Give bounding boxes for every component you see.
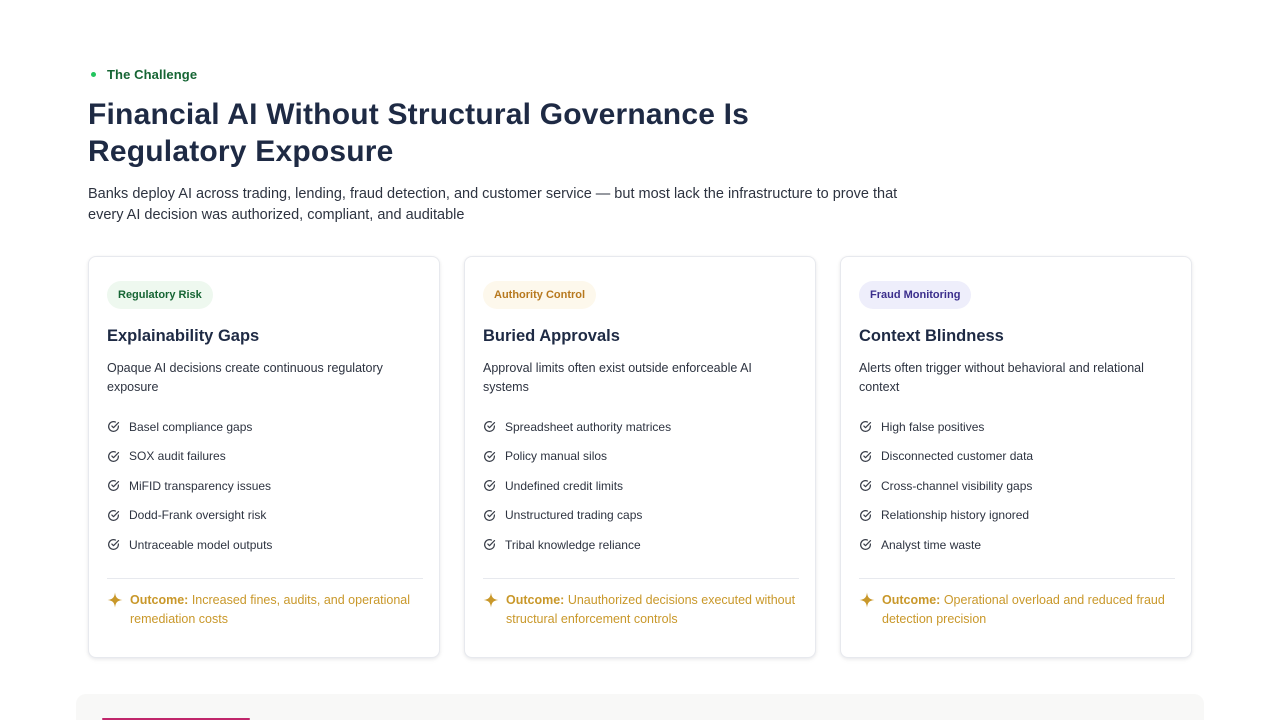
check-item-label: Disconnected customer data	[881, 449, 1034, 464]
check-circle-icon	[483, 479, 496, 492]
card-regulatory-risk: Regulatory Risk Explainability Gaps Opaq…	[88, 256, 440, 658]
eyebrow-dot-icon	[91, 72, 96, 77]
card-authority-control: Authority Control Buried Approvals Appro…	[464, 256, 816, 658]
challenge-cards: Regulatory Risk Explainability Gaps Opaq…	[88, 256, 1192, 658]
check-list-item: Tribal knowledge reliance	[483, 530, 799, 560]
check-circle-icon	[107, 509, 120, 522]
check-list-item: SOX audit failures	[107, 442, 423, 472]
card-description: Opaque AI decisions create continuous re…	[107, 361, 383, 394]
check-list-item: Disconnected customer data	[859, 442, 1175, 472]
card-outcome: Outcome: Unauthorized decisions executed…	[483, 591, 799, 628]
sparkle-icon	[859, 592, 875, 608]
check-list-item: Untraceable model outputs	[107, 530, 423, 560]
check-list: High false positives Disconnected custome…	[859, 412, 1175, 560]
check-list-item: Basel compliance gaps	[107, 412, 423, 442]
check-item-label: Dodd-Frank oversight risk	[129, 508, 267, 523]
check-circle-icon	[107, 538, 120, 551]
outcome-label: Outcome:	[506, 593, 565, 607]
check-list-item: Analyst time waste	[859, 530, 1175, 560]
card-title: Explainability Gaps	[107, 327, 260, 345]
check-item-label: Tribal knowledge reliance	[505, 537, 641, 552]
check-list-item: Policy manual silos	[483, 442, 799, 472]
check-circle-icon	[859, 450, 872, 463]
check-item-label: High false positives	[881, 419, 985, 434]
card-divider	[483, 578, 799, 579]
check-circle-icon	[859, 509, 872, 522]
check-item-label: Unstructured trading caps	[505, 508, 643, 523]
check-list-item: Unstructured trading caps	[483, 501, 799, 531]
check-item-label: Spreadsheet authority matrices	[505, 419, 672, 434]
check-item-label: Untraceable model outputs	[129, 537, 273, 552]
outcome-label: Outcome:	[882, 593, 941, 607]
check-item-label: Undefined credit limits	[505, 478, 624, 493]
outcome-text: Outcome: Increased fines, audits, and op…	[130, 591, 423, 628]
card-divider	[107, 578, 423, 579]
check-circle-icon	[859, 479, 872, 492]
card-title: Context Blindness	[859, 327, 1004, 345]
section-subtitle: Banks deploy AI across trading, lending,…	[88, 186, 898, 223]
check-list: Basel compliance gaps SOX audit failures M…	[107, 412, 423, 560]
check-item-label: Policy manual silos	[505, 449, 608, 464]
check-circle-icon	[483, 538, 496, 551]
check-circle-icon	[107, 420, 120, 433]
card-outcome: Outcome: Operational overload and reduce…	[859, 591, 1175, 628]
check-list-item: High false positives	[859, 412, 1175, 442]
card-title: Buried Approvals	[483, 327, 620, 345]
check-item-label: Basel compliance gaps	[129, 419, 253, 434]
card-description: Alerts often trigger without behavioral …	[859, 361, 1144, 394]
card-divider	[859, 578, 1175, 579]
check-list-item: Spreadsheet authority matrices	[483, 412, 799, 442]
check-list-item: Undefined credit limits	[483, 471, 799, 501]
check-list: Spreadsheet authority matrices Policy man…	[483, 412, 799, 560]
outcome-text: Outcome: Operational overload and reduce…	[882, 591, 1175, 628]
card-badge: Regulatory Risk	[107, 281, 213, 309]
check-circle-icon	[107, 450, 120, 463]
check-circle-icon	[483, 450, 496, 463]
outcome-label: Outcome:	[130, 593, 189, 607]
check-circle-icon	[483, 420, 496, 433]
check-item-label: Analyst time waste	[881, 537, 982, 552]
card-fraud-monitoring: Fraud Monitoring Context Blindness Alert…	[840, 256, 1192, 658]
check-item-label: Relationship history ignored	[881, 508, 1030, 523]
check-list-item: Dodd-Frank oversight risk	[107, 501, 423, 531]
check-item-label: MiFID transparency issues	[129, 478, 272, 493]
check-item-label: Cross-channel visibility gaps	[881, 478, 1033, 493]
card-description: Approval limits often exist outside enfo…	[483, 361, 752, 394]
check-list-item: Cross-channel visibility gaps	[859, 471, 1175, 501]
check-item-label: SOX audit failures	[129, 449, 226, 464]
card-badge: Authority Control	[483, 281, 597, 309]
check-list-item: MiFID transparency issues	[107, 471, 423, 501]
check-list-item: Relationship history ignored	[859, 501, 1175, 531]
check-circle-icon	[107, 479, 120, 492]
sparkle-icon	[483, 592, 499, 608]
check-circle-icon	[483, 509, 496, 522]
check-circle-icon	[859, 420, 872, 433]
sparkle-icon	[107, 592, 123, 608]
section-title: Financial AI Without Structural Governan…	[88, 98, 750, 168]
eyebrow-label: The Challenge	[107, 67, 198, 82]
next-section-panel	[76, 694, 1204, 720]
outcome-text: Outcome: Unauthorized decisions executed…	[506, 591, 799, 628]
check-circle-icon	[859, 538, 872, 551]
card-outcome: Outcome: Increased fines, audits, and op…	[107, 591, 423, 628]
card-badge: Fraud Monitoring	[859, 281, 972, 309]
section-eyebrow: The Challenge	[88, 67, 197, 82]
